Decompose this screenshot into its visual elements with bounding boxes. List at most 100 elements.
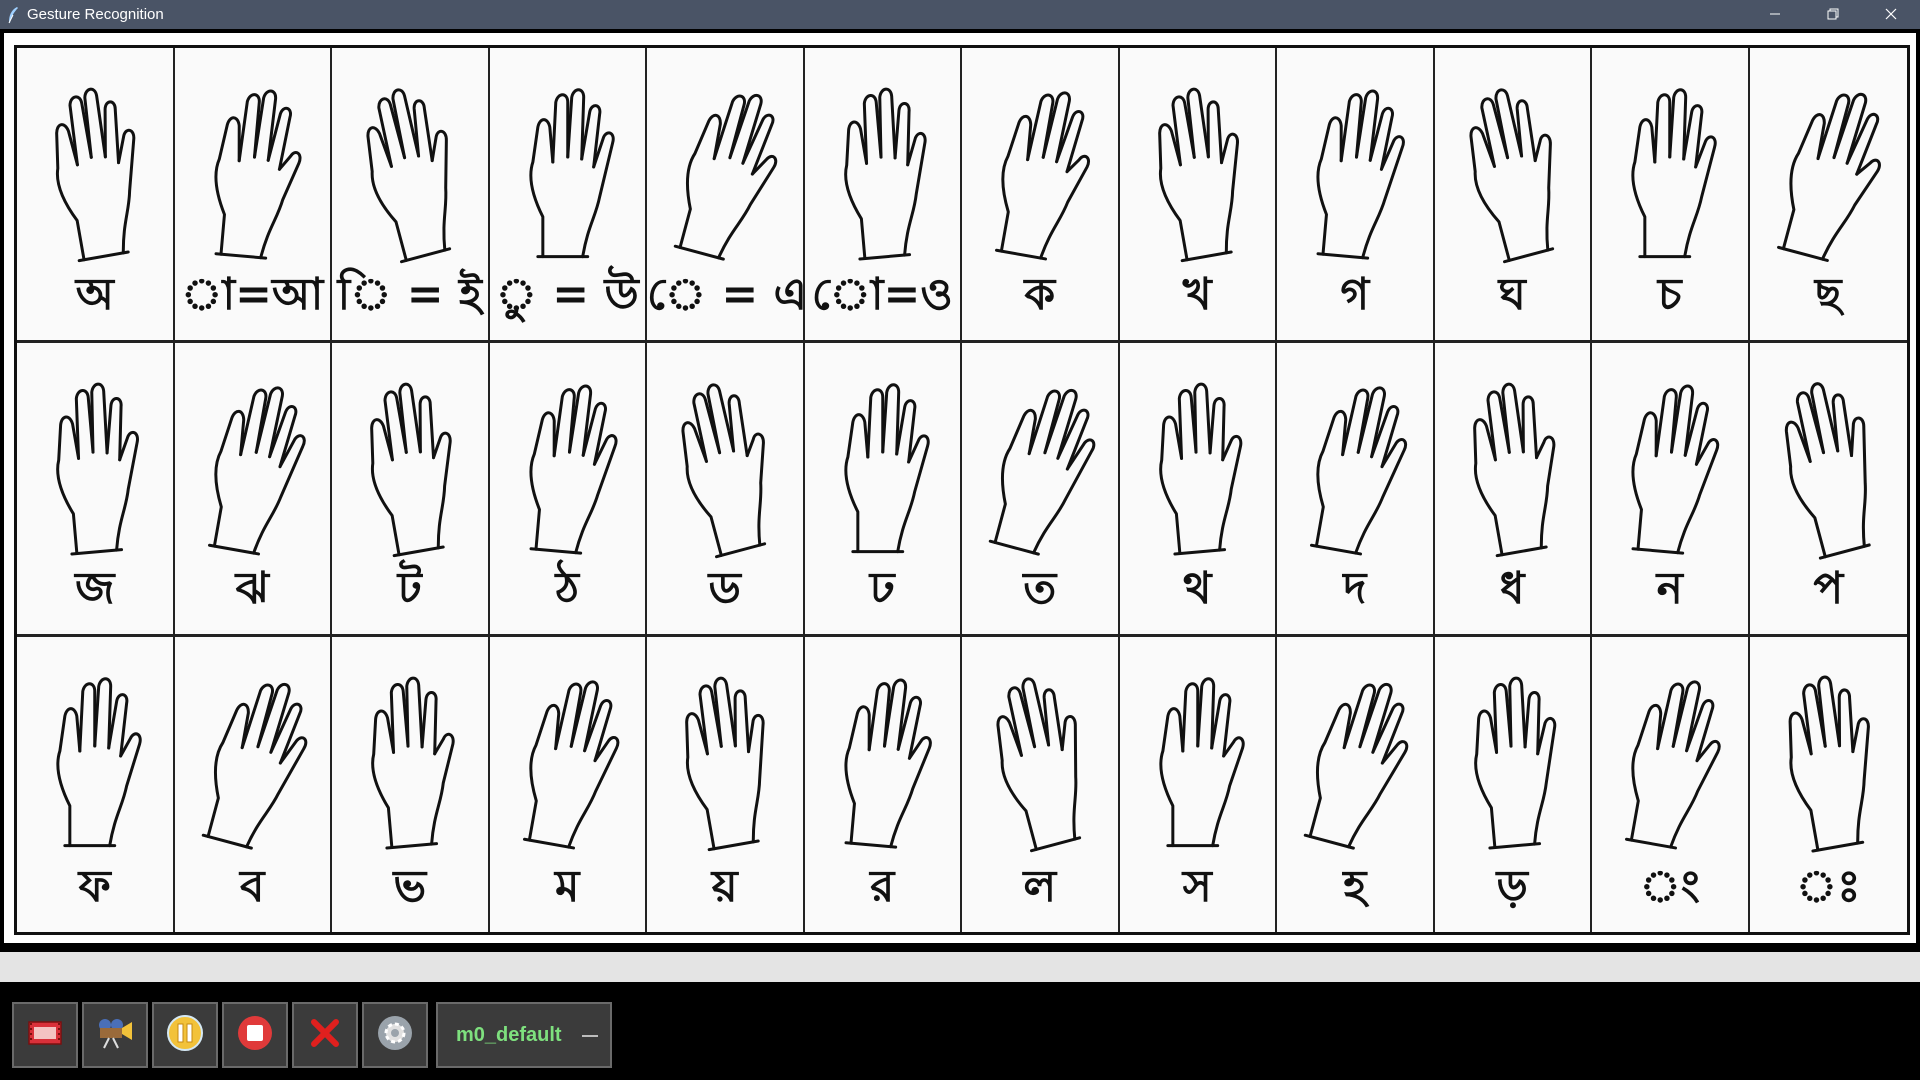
minimize-button[interactable] xyxy=(1746,0,1804,29)
hand-gesture-icon xyxy=(1758,62,1900,272)
close-button[interactable] xyxy=(1862,0,1920,29)
sign-letter: া=আ xyxy=(181,268,324,320)
sign-letter: ছ xyxy=(1814,268,1842,320)
hand-gesture-icon xyxy=(1128,357,1268,567)
sign-cell: গ xyxy=(1277,48,1435,343)
sign-letter: ফ xyxy=(78,860,111,912)
sign-cell: দ xyxy=(1277,342,1435,638)
pause-button[interactable] xyxy=(152,1002,218,1068)
sign-letter: স xyxy=(1182,860,1212,912)
sign-letter: ঠ xyxy=(555,563,580,615)
sign-cell: ে = এ xyxy=(647,48,805,343)
minimize-icon xyxy=(1769,5,1781,24)
sign-letter: ে = এ xyxy=(647,268,805,320)
hand-gesture-icon xyxy=(970,357,1110,567)
hand-gesture-icon xyxy=(340,651,480,861)
sign-letter: র xyxy=(870,860,895,912)
status-bar xyxy=(0,952,1920,982)
sign-letter: ন xyxy=(1656,563,1683,615)
sign-cell: অ xyxy=(17,48,175,343)
sign-cell: ঃ xyxy=(1750,637,1908,932)
hand-gesture-icon xyxy=(813,651,953,861)
sign-cell: থ xyxy=(1119,342,1277,638)
hand-gesture-icon xyxy=(1285,651,1425,861)
hand-gesture-icon xyxy=(183,357,323,567)
sign-cell: ু = উ xyxy=(489,48,647,343)
hand-gesture-icon xyxy=(1600,357,1740,567)
sign-letter: দ xyxy=(1343,563,1367,615)
sign-cell: ন xyxy=(1592,342,1750,638)
sign-letter: থ xyxy=(1183,563,1212,615)
sign-cell: ঢ xyxy=(804,342,962,638)
hand-gesture-icon xyxy=(1285,357,1425,567)
hand-gesture-icon xyxy=(340,62,480,272)
collapse-icon xyxy=(582,1035,598,1037)
sign-letter: ঘ xyxy=(1498,268,1526,320)
hand-gesture-icon xyxy=(813,62,953,272)
hand-gesture-icon xyxy=(655,651,795,861)
exit-button[interactable] xyxy=(292,1002,358,1068)
window-title: Gesture Recognition xyxy=(27,6,164,23)
sign-letter: ড় xyxy=(1496,860,1528,912)
sign-letter: খ xyxy=(1182,268,1212,320)
hand-gesture-icon xyxy=(25,651,165,861)
sign-letter: ল xyxy=(1023,860,1057,912)
sign-cell: স xyxy=(1120,637,1277,932)
sign-letter: গ xyxy=(1340,268,1370,320)
film-icon xyxy=(28,1019,62,1051)
feather-icon xyxy=(7,6,21,24)
settings-button[interactable] xyxy=(362,1002,428,1068)
model-selector[interactable]: m0_default xyxy=(436,1002,612,1068)
sign-letter: য় xyxy=(711,860,738,912)
sign-cell: য় xyxy=(647,637,805,932)
hand-gesture-icon xyxy=(655,357,795,567)
hand-gesture-icon xyxy=(1600,62,1740,272)
open-video-button[interactable] xyxy=(12,1002,78,1068)
sign-cell: খ xyxy=(1119,48,1277,343)
sign-letter: ব xyxy=(240,860,265,912)
stop-button[interactable] xyxy=(222,1002,288,1068)
hand-gesture-icon xyxy=(498,651,638,861)
settings-icon xyxy=(376,1014,414,1056)
sign-cell: ক xyxy=(962,48,1120,343)
hand-gesture-icon xyxy=(1758,651,1900,861)
toolbar: m0_default xyxy=(0,982,1920,1080)
restore-button[interactable] xyxy=(1804,0,1862,29)
hand-gesture-icon xyxy=(970,651,1110,861)
hand-gesture-icon xyxy=(1128,62,1268,272)
sign-cell: ড xyxy=(647,342,805,638)
hand-gesture-icon xyxy=(498,357,638,567)
title-bar: Gesture Recognition xyxy=(0,0,1920,29)
hand-gesture-icon xyxy=(1285,62,1425,272)
stop-icon xyxy=(236,1014,274,1056)
sign-letter: ম xyxy=(555,860,580,912)
camera-button[interactable] xyxy=(82,1002,148,1068)
sign-cell: ধ xyxy=(1434,342,1592,638)
sign-letter: ং xyxy=(1639,860,1700,912)
sign-cell: হ xyxy=(1277,637,1435,932)
sign-letter: ি = ই xyxy=(337,268,482,320)
sign-letter: ঃ xyxy=(1795,860,1861,912)
sign-cell: া=আ xyxy=(174,48,332,343)
sign-cell: ছ xyxy=(1749,48,1907,343)
sign-letter: হ xyxy=(1343,860,1367,912)
sign-cell: ি = ই xyxy=(332,48,490,343)
hand-gesture-icon xyxy=(183,62,323,272)
video-display: অ া=আ ি = ই ু = উ ে = এ ো=ও ক খ গ ঘ চ ছ … xyxy=(0,29,1920,947)
sign-letter: ত xyxy=(1023,563,1057,615)
sign-letter: ক xyxy=(1024,268,1056,320)
sign-letter: চ xyxy=(1657,268,1682,320)
sign-letter: ট xyxy=(397,563,422,615)
sign-letter: ধ xyxy=(1499,563,1525,615)
sign-cell: ল xyxy=(962,637,1120,932)
model-name: m0_default xyxy=(456,1023,562,1046)
hand-gesture-icon xyxy=(1758,357,1900,567)
hand-gesture-icon xyxy=(183,651,323,861)
sign-cell: ব xyxy=(175,637,332,932)
sign-letter: ো=ও xyxy=(811,268,953,320)
sign-cell: ত xyxy=(962,342,1120,638)
sign-alphabet-chart: অ া=আ ি = ই ু = উ ে = এ ো=ও ক খ গ ঘ চ ছ … xyxy=(14,45,1910,935)
sign-cell: ম xyxy=(490,637,647,932)
sign-letter: ঢ xyxy=(869,563,895,615)
sign-cell: চ xyxy=(1592,48,1750,343)
